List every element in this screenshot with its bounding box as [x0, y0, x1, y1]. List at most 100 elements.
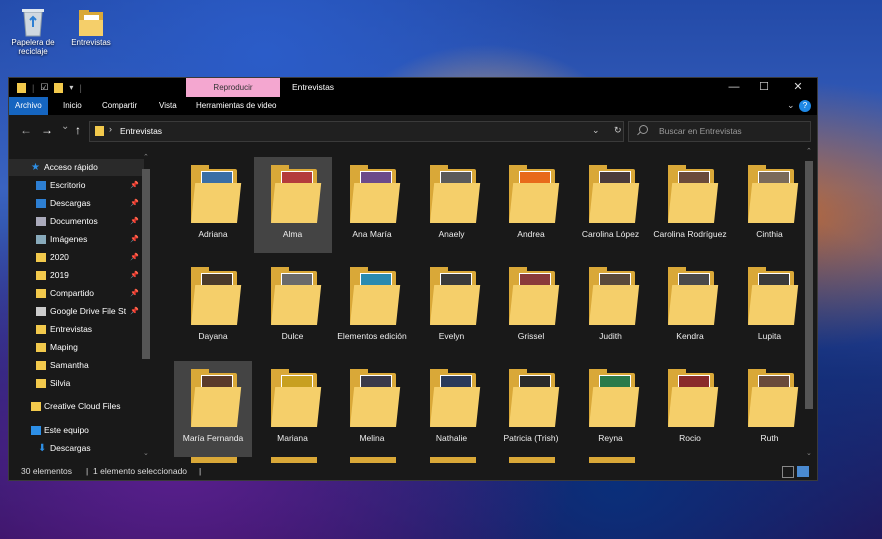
sidebar-item[interactable]: Google Drive File St 📌 [9, 303, 144, 320]
sidebar-item[interactable]: Entrevistas [9, 321, 144, 338]
folder-item[interactable]: Judith [572, 259, 650, 355]
tab-herramientas-video[interactable]: Herramientas de video [196, 97, 276, 115]
folder-icon [17, 82, 26, 93]
sidebar-label: Samantha [50, 360, 89, 370]
new-folder-icon[interactable] [54, 82, 64, 93]
close-button[interactable]: ✕ [780, 78, 816, 97]
folder-item[interactable]: Alma [253, 157, 332, 253]
refresh-icon[interactable]: ↻ [614, 125, 622, 136]
sidebar-this-pc-descargas[interactable]: ⬇ Descargas [9, 440, 144, 457]
pin-icon[interactable]: 📌 [130, 213, 139, 230]
folder-item[interactable]: Dayana [174, 259, 252, 355]
folder-item[interactable]: Lupita [731, 259, 804, 355]
quick-access-toolbar: | ☑ ▾ | [17, 82, 82, 93]
folder-name: Reyna [598, 433, 623, 443]
tab-inicio[interactable]: Inicio [63, 97, 82, 115]
folder-name: Anaely [438, 229, 465, 239]
folder-item[interactable]: Kendra [651, 259, 729, 355]
folder-item[interactable]: Cinthia [731, 157, 804, 253]
sidebar-item[interactable]: Compartido 📌 [9, 285, 144, 302]
status-bar: 30 elementos | 1 elemento seleccionado | [9, 463, 817, 480]
folder-item[interactable]: Reyna [572, 361, 650, 457]
folder-item[interactable]: Andrea [492, 157, 570, 253]
desktop-recycle-bin-label: Papelera de reciclaje [11, 38, 55, 56]
folder-name: Lupita [757, 331, 782, 341]
sidebar-label: Imágenes [50, 234, 88, 244]
sidebar-scroll-thumb[interactable] [142, 169, 150, 359]
folder-item[interactable]: María Fernanda [174, 361, 252, 457]
pin-icon[interactable]: 📌 [130, 195, 139, 212]
sidebar-item[interactable]: Escritorio 📌 [9, 177, 144, 194]
desktop-recycle-bin[interactable]: Papelera de reciclaje [7, 6, 59, 56]
folder-name: Grissel [517, 331, 545, 341]
back-button[interactable]: ← [20, 123, 32, 137]
pin-icon[interactable]: 📌 [130, 249, 139, 266]
expand-ribbon-icon[interactable]: ⌄ [787, 100, 795, 111]
sidebar-item[interactable]: Documentos 📌 [9, 213, 144, 230]
folder-name: Rocio [679, 433, 701, 443]
tab-vista[interactable]: Vista [159, 97, 177, 115]
folder-item[interactable]: Dulce [254, 259, 332, 355]
properties-icon[interactable]: ☑ [40, 82, 48, 93]
details-view-icon[interactable] [782, 466, 794, 478]
pin-icon[interactable]: 📌 [130, 267, 139, 284]
search-box[interactable]: Buscar en Entrevistas [628, 121, 811, 142]
tab-compartir[interactable]: Compartir [102, 97, 137, 115]
sidebar-scrollbar[interactable]: ⌃ ⌄ [142, 154, 150, 457]
sidebar-creative-cloud[interactable]: Creative Cloud Files [9, 398, 144, 415]
customize-toolbar-icon[interactable]: ▾ [69, 83, 73, 92]
folder-icon [191, 267, 242, 325]
folder-icon [36, 361, 46, 370]
folder-item[interactable]: Patricia (Trish) [492, 361, 570, 457]
folder-item[interactable]: Elementos edición [333, 259, 411, 355]
sidebar-item[interactable]: Samantha [9, 357, 144, 374]
help-icon[interactable]: ? [799, 100, 811, 112]
content-scroll-thumb[interactable] [805, 161, 813, 409]
large-icons-view-icon[interactable] [797, 466, 809, 477]
sidebar-item[interactable]: 2020 📌 [9, 249, 144, 266]
folder-item[interactable]: Carolina Rodríguez [651, 157, 729, 253]
address-dropdown-icon[interactable]: ⌄ [592, 125, 600, 136]
pin-icon[interactable]: 📌 [130, 285, 139, 302]
folder-front [350, 387, 401, 427]
pin-icon[interactable]: 📌 [130, 231, 139, 248]
sidebar-quick-access[interactable]: ★ Acceso rápido [9, 159, 144, 176]
folder-item[interactable]: Melina [333, 361, 411, 457]
sidebar-item[interactable]: Maping [9, 339, 144, 356]
sidebar-this-pc[interactable]: Este equipo [9, 422, 144, 439]
tab-reproducir[interactable]: Reproducir [186, 78, 280, 97]
desktop-entrevistas-folder[interactable]: Entrevistas [65, 6, 117, 47]
sidebar-item[interactable]: Silvia [9, 375, 144, 392]
sidebar-item[interactable]: Imágenes 📌 [9, 231, 144, 248]
computer-icon [31, 426, 41, 435]
breadcrumb-separator[interactable]: › [109, 124, 112, 134]
scroll-down-icon[interactable]: ⌄ [143, 449, 149, 457]
sidebar-item[interactable]: 2019 📌 [9, 267, 144, 284]
folder-item[interactable]: Evelyn [413, 259, 491, 355]
folder-item[interactable]: Ruth [731, 361, 804, 457]
scroll-up-icon[interactable]: ⌃ [143, 153, 149, 161]
folder-item[interactable]: Adriana [174, 157, 252, 253]
maximize-button[interactable]: ☐ [746, 78, 782, 97]
folder-front [191, 387, 242, 427]
scroll-down-icon[interactable]: ⌄ [806, 449, 812, 457]
forward-button[interactable]: → [41, 123, 53, 137]
pin-icon[interactable]: 📌 [130, 177, 139, 194]
folder-item[interactable]: Anaely [413, 157, 491, 253]
folder-name: Adriana [198, 229, 228, 239]
pin-icon[interactable]: 📌 [130, 303, 139, 320]
folder-item[interactable]: Mariana [254, 361, 332, 457]
address-bar[interactable]: › Entrevistas ⌄ ↻ [89, 121, 624, 142]
tab-archivo[interactable]: Archivo [9, 97, 48, 115]
content-scrollbar[interactable]: ⌃ ⌄ [803, 147, 815, 463]
folder-item[interactable]: Rocio [651, 361, 729, 457]
scroll-up-icon[interactable]: ⌃ [806, 147, 812, 155]
up-button[interactable]: ↑ [75, 123, 81, 137]
folder-item[interactable]: Ana María [333, 157, 411, 253]
breadcrumb-entrevistas[interactable]: Entrevistas [120, 126, 162, 136]
recent-locations-button[interactable]: ⌄ [61, 121, 69, 132]
sidebar-item[interactable]: Descargas 📌 [9, 195, 144, 212]
folder-item[interactable]: Carolina López [572, 157, 650, 253]
folder-item[interactable]: Nathalie [413, 361, 491, 457]
folder-item[interactable]: Grissel [492, 259, 570, 355]
